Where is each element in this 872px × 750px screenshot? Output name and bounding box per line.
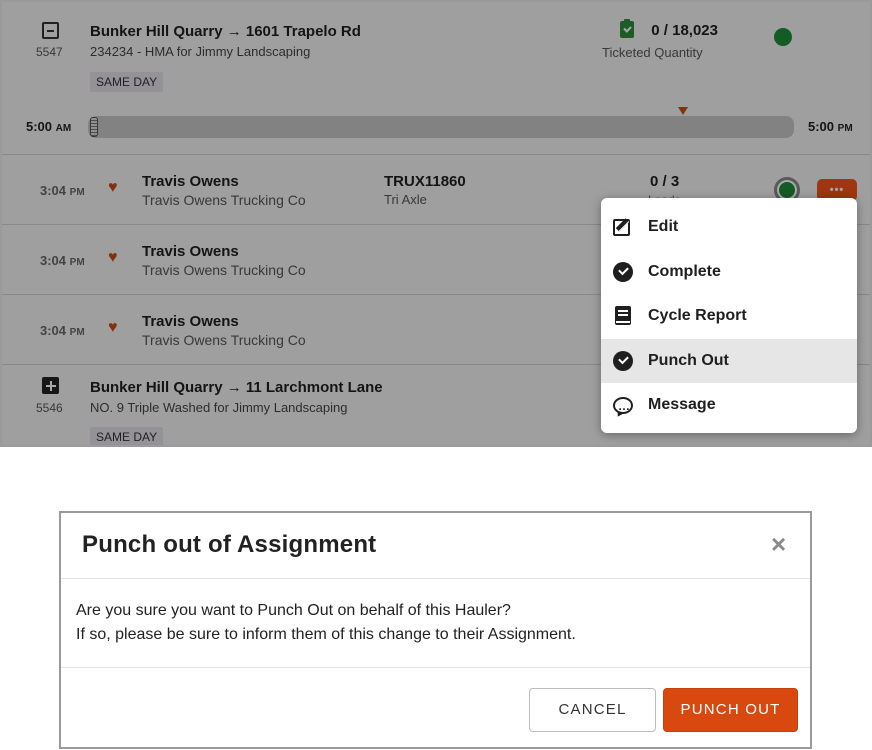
timeline-start-period: AM bbox=[55, 123, 72, 134]
hauler-time-value: 3:04 bbox=[40, 323, 67, 338]
company-name: Travis Owens Trucking Co bbox=[142, 262, 306, 278]
check-circle-icon bbox=[613, 350, 633, 371]
driver-name: Travis Owens bbox=[142, 243, 239, 260]
same-day-badge: SAME DAY bbox=[90, 72, 164, 92]
job-card: 5547 Bunker Hill Quarry → 1601 Trapelo R… bbox=[2, 2, 870, 152]
expand-icon[interactable] bbox=[42, 377, 59, 394]
ticketed-quantity-value: 0 / 18,023 bbox=[651, 22, 718, 39]
truck-type: Tri Axle bbox=[384, 192, 427, 207]
job-number: 5546 bbox=[36, 401, 63, 415]
message-icon bbox=[613, 384, 633, 429]
job-route: Bunker Hill Quarry → 1601 Trapelo Rd bbox=[90, 23, 361, 40]
schedule-timeline: 5:00 AM 5:00 PM bbox=[2, 107, 870, 140]
modal-message-line-1: Are you sure you want to Punch Out on be… bbox=[76, 602, 511, 619]
modal-header: Punch out of Assignment × bbox=[61, 513, 810, 579]
modal-footer: CANCEL PUNCH OUT bbox=[61, 667, 810, 749]
same-day-badge: SAME DAY bbox=[90, 427, 164, 445]
heart-icon[interactable]: ♥ bbox=[108, 320, 118, 336]
menu-item-label: Punch Out bbox=[648, 351, 729, 369]
heart-icon[interactable]: ♥ bbox=[108, 250, 118, 266]
driver-name: Travis Owens bbox=[142, 173, 239, 190]
check-circle-icon bbox=[613, 261, 633, 282]
collapse-icon[interactable] bbox=[42, 22, 59, 39]
driver-name: Travis Owens bbox=[142, 313, 239, 330]
loads-count: 0 / 3 bbox=[650, 173, 680, 190]
timeline-drag-handle[interactable] bbox=[90, 117, 98, 137]
menu-item-cycle-report[interactable]: Cycle Report bbox=[601, 294, 857, 339]
menu-item-message[interactable]: Message bbox=[601, 383, 857, 429]
book-icon bbox=[615, 306, 631, 325]
hauler-time-value: 3:04 bbox=[40, 183, 67, 198]
company-name: Travis Owens Trucking Co bbox=[142, 192, 306, 208]
ticketed-quantity-label: Ticketed Quantity bbox=[602, 45, 703, 60]
menu-item-complete[interactable]: Complete bbox=[601, 250, 857, 295]
timeline-track[interactable] bbox=[88, 116, 794, 138]
hauler-time-period: PM bbox=[69, 257, 85, 268]
punch-out-modal: Punch out of Assignment × Are you sure y… bbox=[59, 511, 812, 749]
timeline-end-period: PM bbox=[837, 123, 853, 134]
job-status-dot bbox=[774, 28, 792, 46]
job-description: 234234 - HMA for Jimmy Landscaping bbox=[90, 44, 311, 59]
truck-id: TRUX11860 bbox=[384, 173, 466, 190]
current-time-marker-icon bbox=[678, 107, 688, 115]
hauler-actions-menu: Edit Complete Cycle Report Punch Out Mes… bbox=[601, 198, 857, 433]
hauler-time-period: PM bbox=[69, 187, 85, 198]
hauler-time: 3:04 PM bbox=[40, 323, 85, 338]
timeline-end-time: 5:00 bbox=[808, 119, 835, 134]
ticketed-quantity: 0 / 18,023 bbox=[614, 22, 718, 40]
menu-item-edit[interactable]: Edit bbox=[601, 205, 857, 250]
heart-icon[interactable]: ♥ bbox=[108, 180, 118, 196]
timeline-start: 5:00 AM bbox=[26, 119, 71, 134]
punch-out-button[interactable]: PUNCH OUT bbox=[663, 688, 798, 732]
modal-message-line-2: If so, please be sure to inform them of … bbox=[76, 626, 576, 643]
edit-icon bbox=[613, 219, 630, 236]
job-number: 5547 bbox=[36, 45, 63, 59]
menu-item-label: Message bbox=[648, 396, 716, 413]
menu-item-label: Cycle Report bbox=[648, 307, 747, 324]
job-route: Bunker Hill Quarry → 11 Larchmont Lane bbox=[90, 379, 383, 396]
menu-item-punch-out[interactable]: Punch Out bbox=[601, 338, 857, 383]
modal-body: Are you sure you want to Punch Out on be… bbox=[76, 599, 576, 647]
assignment-list-panel: 5547 Bunker Hill Quarry → 1601 Trapelo R… bbox=[0, 0, 872, 447]
close-icon[interactable]: × bbox=[771, 531, 786, 557]
hauler-time-period: PM bbox=[69, 327, 85, 338]
menu-item-label: Edit bbox=[648, 218, 679, 235]
timeline-end: 5:00 PM bbox=[808, 119, 853, 134]
timeline-start-time: 5:00 bbox=[26, 119, 53, 134]
menu-item-label: Complete bbox=[648, 262, 721, 280]
hauler-time: 3:04 PM bbox=[40, 253, 85, 268]
job-description: NO. 9 Triple Washed for Jimmy Landscapin… bbox=[90, 400, 348, 415]
company-name: Travis Owens Trucking Co bbox=[142, 332, 306, 348]
cancel-button[interactable]: CANCEL bbox=[529, 688, 656, 732]
hauler-time: 3:04 PM bbox=[40, 183, 85, 198]
hauler-time-value: 3:04 bbox=[40, 253, 67, 268]
modal-title: Punch out of Assignment bbox=[82, 531, 377, 558]
